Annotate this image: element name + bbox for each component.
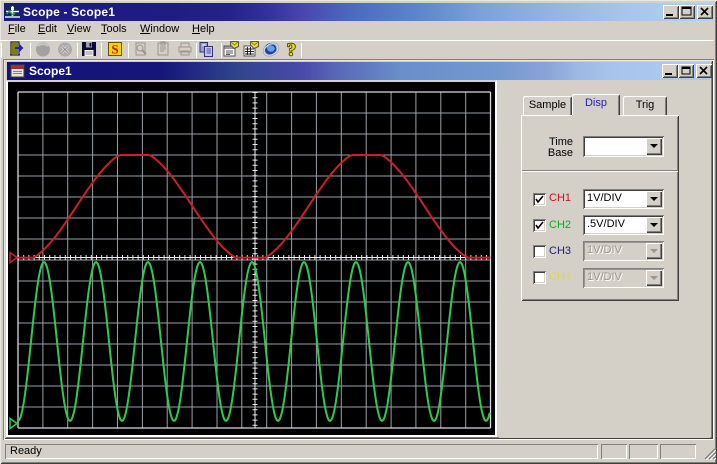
svg-text:?: ? — [287, 41, 296, 58]
svg-text:S: S — [111, 42, 118, 57]
